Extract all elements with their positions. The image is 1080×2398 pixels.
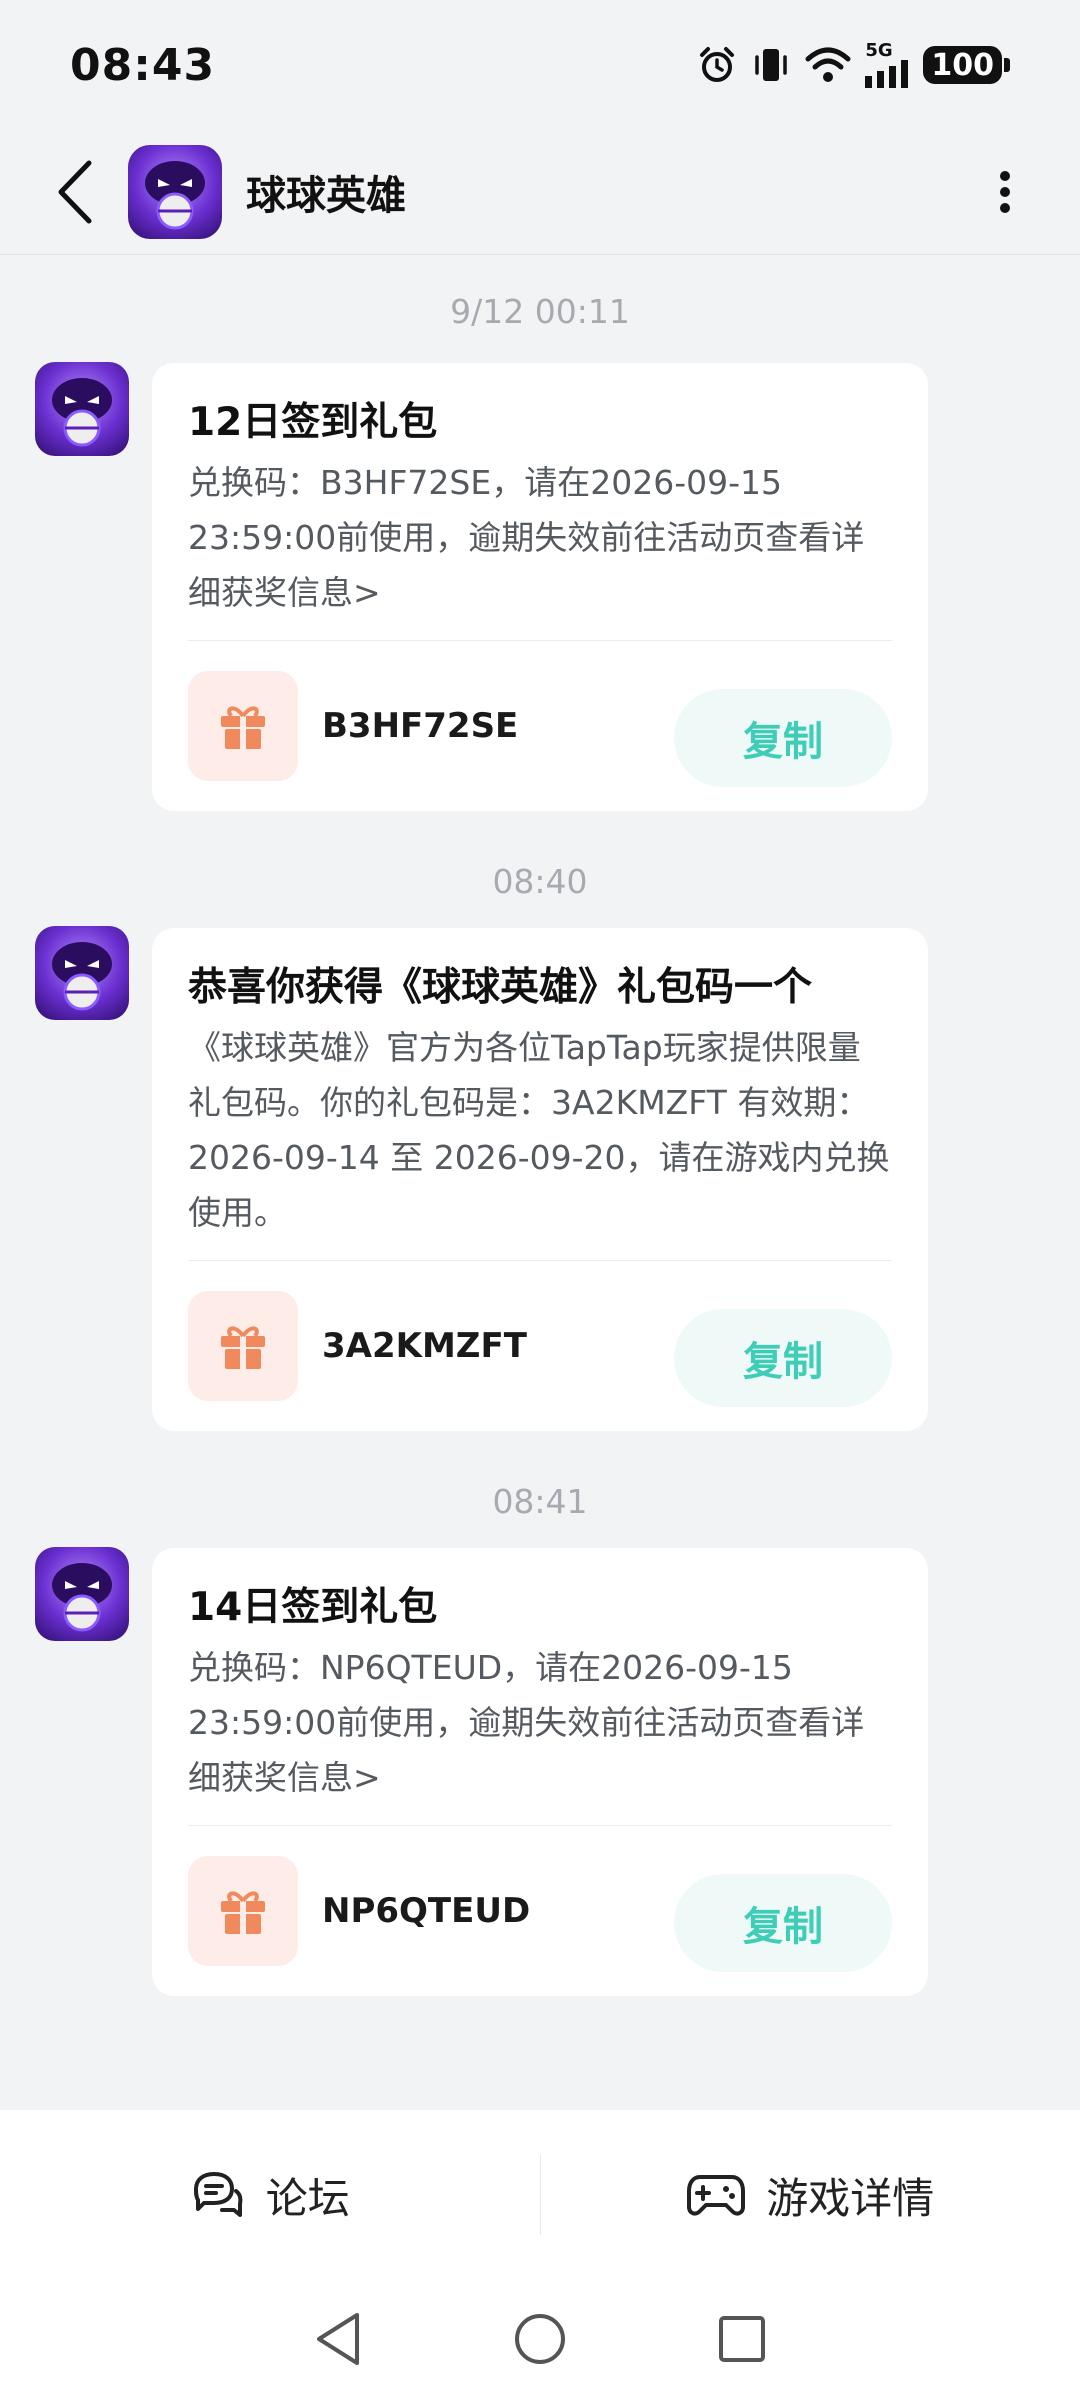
gift-message-card[interactable]: 恭喜你获得《球球英雄》礼包码一个 《球球英雄》官方为各位TapTap玩家提供限量… [152,928,928,1431]
more-vertical-icon [1000,171,1010,213]
gift-code: B3HF72SE [322,706,519,746]
forum-icon [193,2172,243,2217]
gift-icon-box [188,1856,298,1966]
back-button[interactable] [40,152,110,232]
gift-message-card[interactable]: 12日签到礼包 兑换码：B3HF72SE，请在2026-09-15 23:59:… [152,363,928,811]
message-title: 12日签到礼包 [188,400,438,445]
bottom-action-bar: 论坛 游戏详情 [0,2110,1080,2280]
chevron-left-icon [58,160,92,224]
copy-button[interactable]: 复制 [674,1309,892,1407]
game-logo-icon [35,1547,129,1641]
message-timestamp: 08:41 [492,1482,588,1521]
status-time: 08:43 [70,39,216,91]
message-body[interactable]: 兑换码：B3HF72SE，请在2026-09-15 23:59:00前使用，逾期… [188,455,892,620]
message-title: 恭喜你获得《球球英雄》礼包码一个 [188,965,813,1010]
message-body[interactable]: 兑换码：NP6QTEUD，请在2026-09-15 23:59:00前使用，逾期… [188,1640,892,1805]
message-body: 《球球英雄》官方为各位TapTap玩家提供限量礼包码。你的礼包码是：3A2KMZ… [188,1028,890,1232]
nav-back-icon[interactable] [313,2311,363,2367]
message-timestamp: 08:40 [492,862,588,901]
sender-avatar[interactable] [35,926,129,1020]
game-details-label: 游戏详情 [766,2173,935,2223]
message-title: 14日签到礼包 [188,1585,438,1630]
sender-avatar[interactable] [35,362,129,456]
gift-icon-box [188,671,298,781]
vibrate-icon [755,49,788,81]
chat-header: 球球英雄 [0,130,1080,255]
gift-code-row: NP6QTEUD 复制 [188,1826,892,1996]
battery-tip [1004,58,1010,72]
nav-home-icon[interactable] [513,2312,567,2366]
game-avatar[interactable] [128,145,222,239]
status-icons: 5G 100 [697,42,1010,88]
system-nav-bar [0,2280,1080,2398]
copy-button[interactable]: 复制 [674,1874,892,1972]
game-logo-icon [128,145,222,239]
gift-icon [221,1326,265,1369]
status-bar: 08:43 5G 100 [0,0,1080,130]
gift-icon [221,1891,265,1934]
game-details-button[interactable]: 游戏详情 [541,2110,1080,2280]
more-options-button[interactable] [970,152,1040,232]
gift-code: 3A2KMZFT [322,1326,527,1366]
battery-icon: 100 [923,46,1002,84]
cell-signal: 5G [865,42,909,88]
gift-code: NP6QTEUD [322,1891,531,1931]
gift-message-card[interactable]: 14日签到礼包 兑换码：NP6QTEUD，请在2026-09-15 23:59:… [152,1548,928,1996]
game-logo-icon [35,362,129,456]
gift-code-row: 3A2KMZFT 复制 [188,1261,892,1431]
gift-icon-box [188,1291,298,1401]
network-type: 5G [865,40,893,61]
alarm-icon [700,47,735,82]
signal-icon [865,60,909,88]
sender-avatar[interactable] [35,1547,129,1641]
forum-button[interactable]: 论坛 [0,2110,540,2280]
forum-label: 论坛 [265,2173,350,2223]
battery-level: 100 [931,47,994,83]
nav-recents-icon[interactable] [717,2314,767,2364]
message-timestamp: 9/12 00:11 [450,292,630,331]
wifi-icon [805,47,851,82]
game-logo-icon [35,926,129,1020]
gamepad-icon [687,2175,746,2216]
page-title: 球球英雄 [246,173,406,219]
gift-code-row: B3HF72SE 复制 [188,641,892,811]
copy-button[interactable]: 复制 [674,689,892,787]
gift-icon [221,706,265,749]
